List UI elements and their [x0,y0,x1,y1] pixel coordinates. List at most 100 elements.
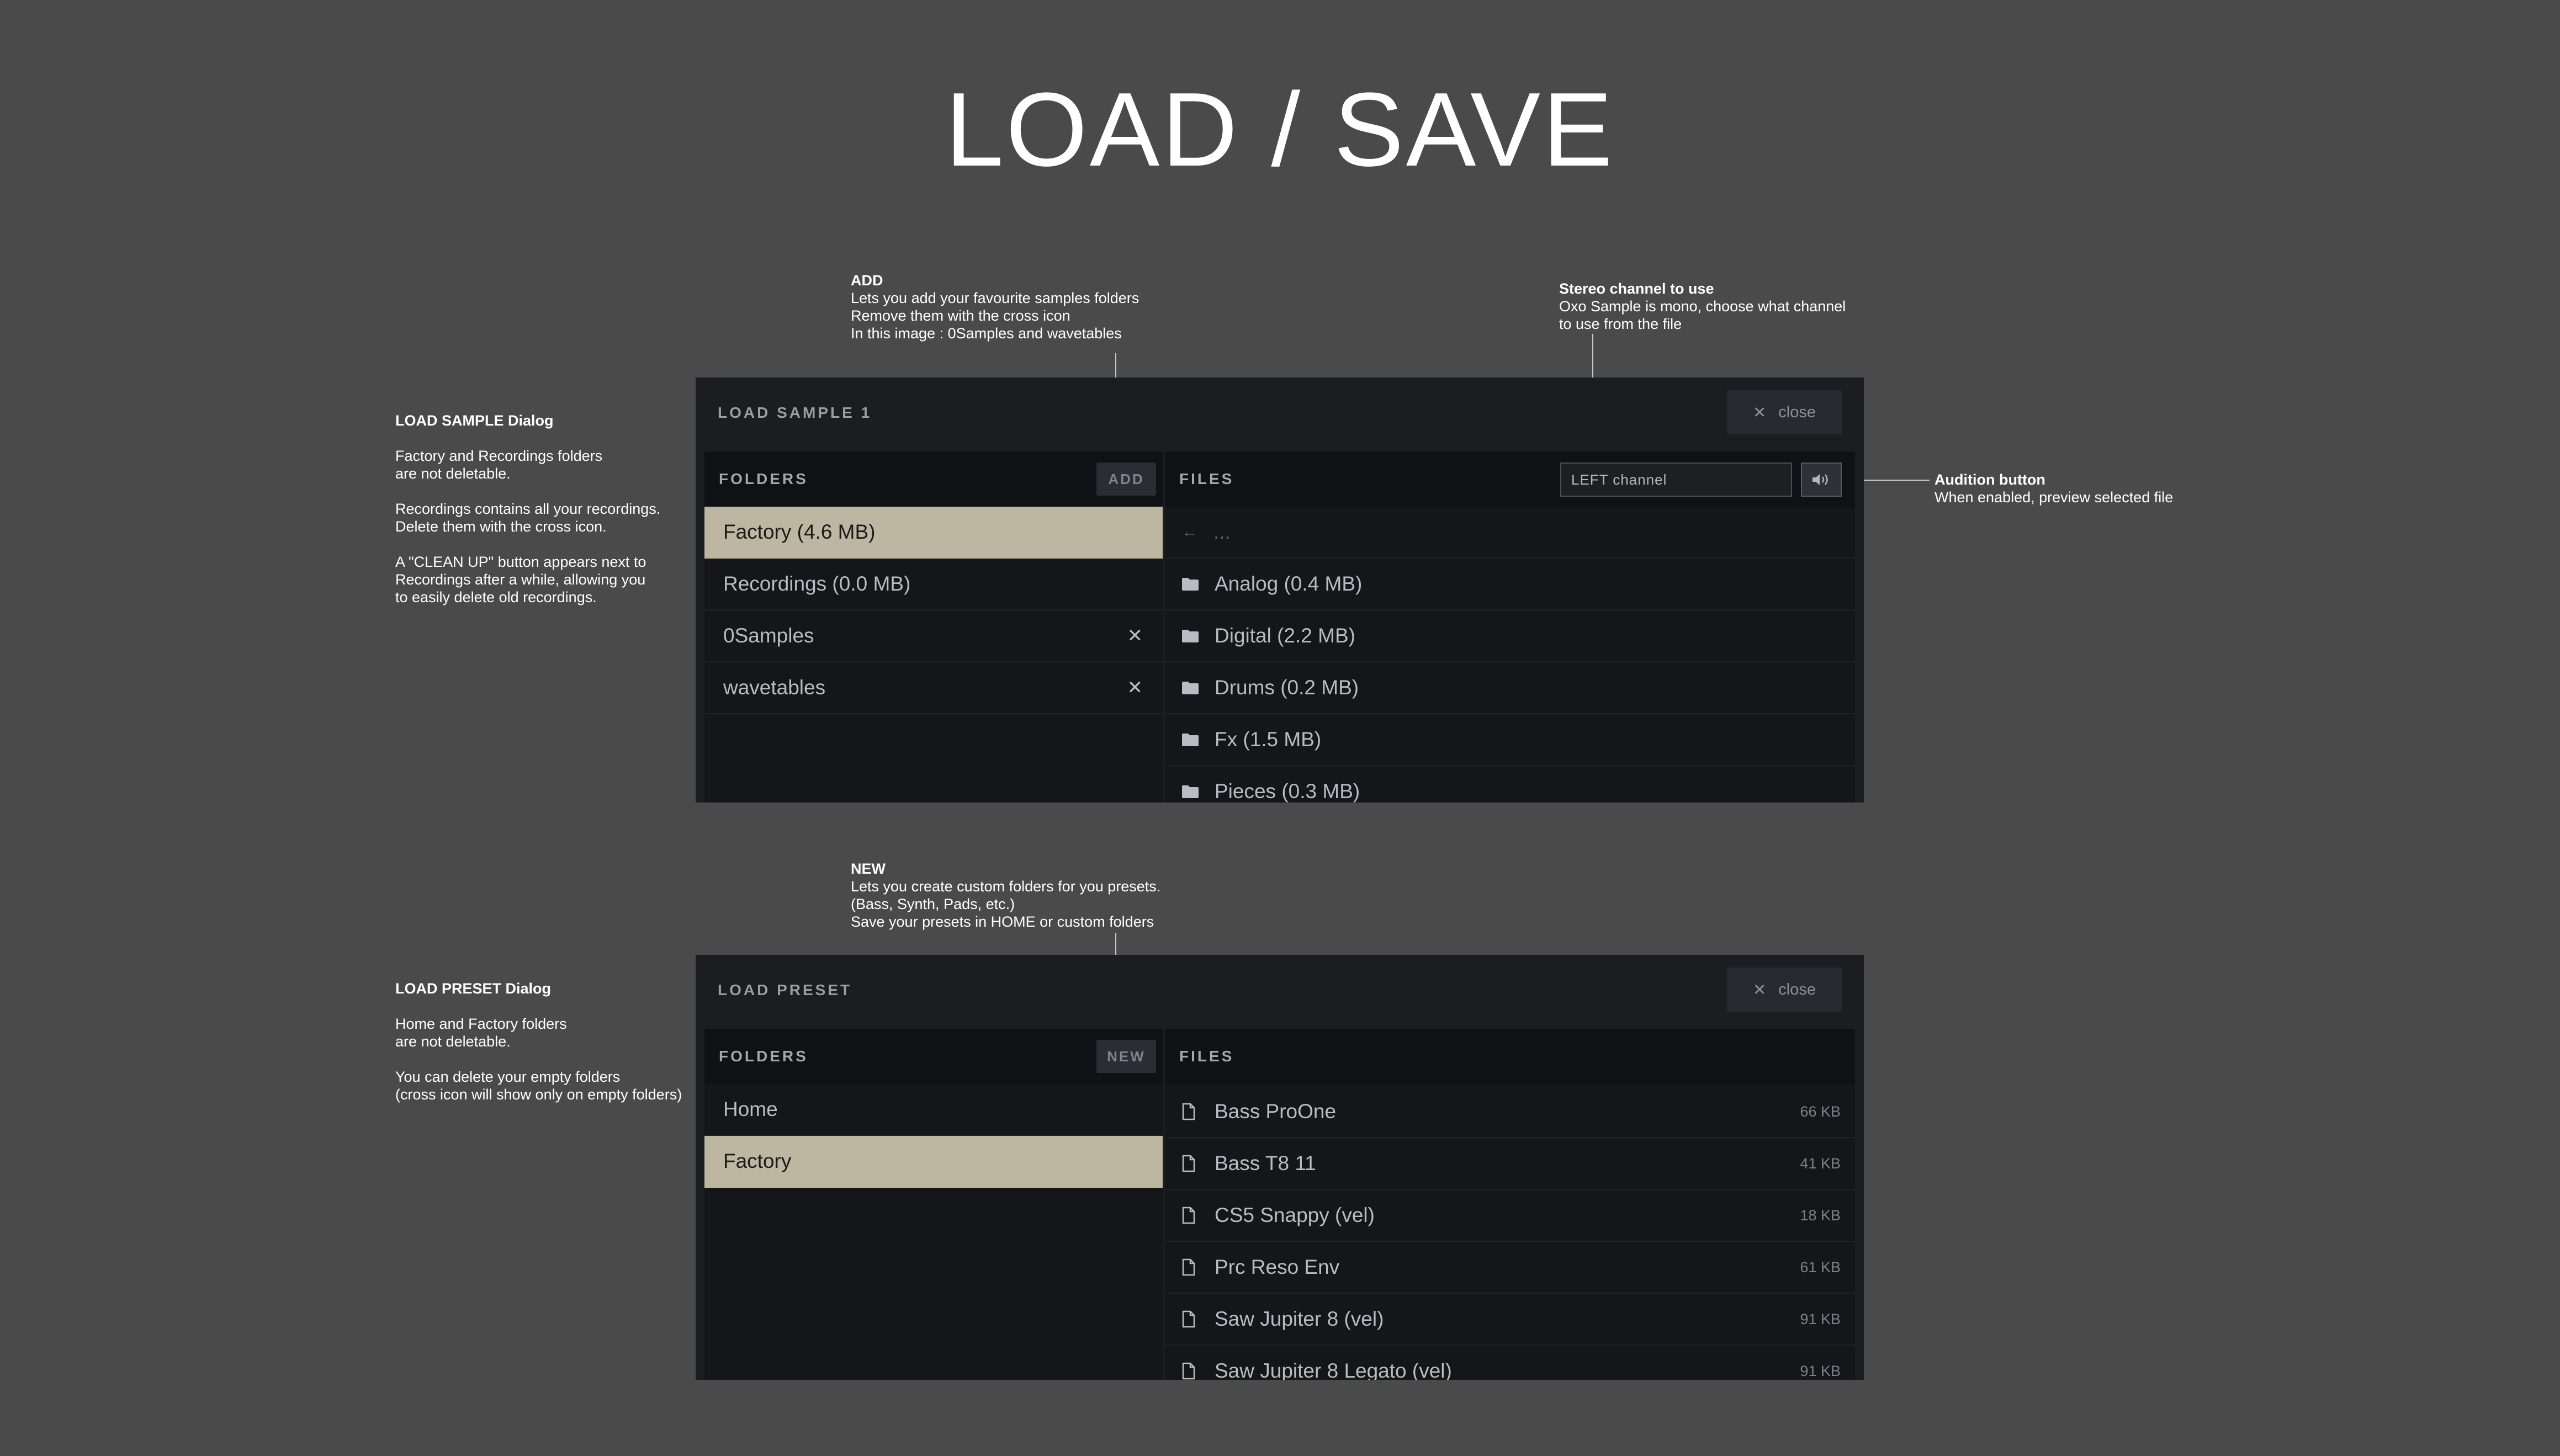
files-label: FILES [1179,470,1234,487]
note-new-heading: NEW [851,860,886,877]
preset-file-item[interactable]: Bass ProOne 66 KB [1165,1086,1855,1138]
note-line: A "CLEAN UP" button appears next to [395,554,646,570]
files-panel: FILES LEFT channel ← ... Analog (0.4 MB) [1165,451,1855,803]
file-name: Drums (0.2 MB) [1215,676,1359,699]
back-row[interactable]: ← ... [1165,507,1855,559]
page-title: LOAD / SAVE [945,71,1615,188]
files-panel: FILES Bass ProOne 66 KB Bass T8 11 41 KB… [1165,1029,1855,1380]
folder-name: Recordings (0.0 MB) [723,572,911,595]
folder-name: Factory (4.6 MB) [723,520,876,543]
close-label: close [1778,980,1816,998]
file-size: 91 KB [1800,1362,1841,1379]
note-line: Recordings contains all your recordings. [395,501,661,517]
file-folder-item[interactable]: Drums (0.2 MB) [1165,662,1855,714]
file-icon [1181,1258,1199,1276]
folders-panel: FOLDERS NEW Home Factory [704,1029,1163,1380]
note-line: You can delete your empty folders [395,1069,621,1085]
file-name: Prc Reso Env [1215,1256,1340,1278]
close-button[interactable]: ✕ close [1727,968,1842,1012]
note-line: In this image : 0Samples and wavetables [851,325,1122,342]
note-line: Delete them with the cross icon. [395,518,607,535]
file-list: ← ... Analog (0.4 MB) Digital (2.2 MB) D… [1165,507,1855,803]
dialog-title: LOAD SAMPLE 1 [718,404,872,421]
folders-label: FOLDERS [719,1048,808,1065]
folder-name: wavetables [723,676,826,699]
folder-name: Home [723,1098,778,1120]
preset-file-item[interactable]: Saw Jupiter 8 (vel) 91 KB [1165,1294,1855,1346]
note-line: When enabled, preview selected file [1934,489,2174,506]
folders-label: FOLDERS [719,470,808,487]
note-line: (Bass, Synth, Pads, etc.) [851,896,1015,912]
note-line: Lets you create custom folders for you p… [851,878,1161,895]
folders-header: FOLDERS ADD [704,451,1163,507]
note-line: to use from the file [1559,316,1682,332]
delete-folder-icon[interactable]: ✕ [1127,677,1143,699]
file-name: Bass ProOne [1215,1100,1337,1123]
note-load-sample: LOAD SAMPLE Dialog Factory and Recording… [395,412,660,606]
note-line: Home and Factory folders [395,1016,567,1032]
folders-panel: FOLDERS ADD Factory (4.6 MB) Recordings … [704,451,1163,803]
folder-item-recordings[interactable]: Recordings (0.0 MB) [704,559,1163,610]
file-name: Bass T8 11 [1215,1152,1316,1175]
folder-icon [1181,576,1199,592]
audition-button[interactable] [1801,463,1842,497]
preset-file-item[interactable]: Prc Reso Env 61 KB [1165,1242,1855,1294]
close-label: close [1778,403,1816,421]
note-line: Recordings after a while, allowing you [395,571,646,588]
dialog-title: LOAD PRESET [718,981,852,998]
folder-item-wavetables[interactable]: wavetables ✕ [704,662,1163,714]
files-header: FILES [1165,1029,1855,1084]
file-name: Pieces (0.3 MB) [1215,780,1360,803]
file-name: Saw Jupiter 8 (vel) [1215,1308,1384,1330]
delete-folder-icon[interactable]: ✕ [1127,625,1143,647]
close-button[interactable]: ✕ close [1727,390,1842,434]
note-line: Remove them with the cross icon [851,307,1070,324]
note-stereo: Stereo channel to use Oxo Sample is mono… [1559,280,1846,333]
folder-item-0samples[interactable]: 0Samples ✕ [704,610,1163,662]
file-folder-item[interactable]: Analog (0.4 MB) [1165,559,1855,610]
note-audition-heading: Audition button [1934,471,2045,488]
file-folder-item[interactable]: Fx (1.5 MB) [1165,714,1855,766]
note-line: (cross icon will show only on empty fold… [395,1086,682,1103]
folder-item-home[interactable]: Home [704,1084,1163,1136]
note-load-preset-heading: LOAD PRESET Dialog [395,980,552,997]
file-folder-item[interactable]: Pieces (0.3 MB) [1165,766,1855,803]
folder-item-factory[interactable]: Factory [704,1136,1163,1188]
note-line: Factory and Recordings folders [395,448,603,464]
note-add-heading: ADD [851,272,883,289]
file-icon [1181,1310,1199,1328]
load-preset-dialog: LOAD PRESET ✕ close FOLDERS NEW Home Fac… [696,955,1864,1380]
folder-icon [1181,628,1199,644]
new-folder-button[interactable]: NEW [1096,1040,1156,1073]
note-line: to easily delete old recordings. [395,589,597,605]
folder-name: Factory [723,1150,792,1172]
note-line: Oxo Sample is mono, choose what channel [1559,298,1846,315]
add-folder-button[interactable]: ADD [1096,463,1156,496]
channel-select[interactable]: LEFT channel [1560,463,1792,497]
preset-file-item[interactable]: Saw Jupiter 8 Legato (vel) 91 KB [1165,1346,1855,1380]
file-list: Bass ProOne 66 KB Bass T8 11 41 KB CS5 S… [1165,1086,1855,1380]
note-new: NEW Lets you create custom folders for y… [851,860,1160,931]
note-load-sample-heading: LOAD SAMPLE Dialog [395,412,554,429]
file-folder-item[interactable]: Digital (2.2 MB) [1165,610,1855,662]
file-size: 18 KB [1800,1207,1841,1224]
file-size: 61 KB [1800,1258,1841,1276]
preset-file-item[interactable]: Bass T8 11 41 KB [1165,1138,1855,1190]
folders-header: FOLDERS NEW [704,1029,1163,1084]
file-name: Fx (1.5 MB) [1215,728,1322,751]
note-line: are not deletable. [395,465,511,482]
load-sample-dialog: LOAD SAMPLE 1 ✕ close FOLDERS ADD Factor… [696,378,1864,803]
folder-name: 0Samples [723,624,814,647]
file-name: Saw Jupiter 8 Legato (vel) [1215,1359,1452,1380]
file-name: Analog (0.4 MB) [1215,572,1363,595]
file-size: 41 KB [1800,1155,1841,1172]
file-name: CS5 Snappy (vel) [1215,1204,1375,1226]
folder-list: Factory (4.6 MB) Recordings (0.0 MB) 0Sa… [704,507,1163,803]
preset-file-item[interactable]: CS5 Snappy (vel) 18 KB [1165,1190,1855,1242]
file-name: Digital (2.2 MB) [1215,624,1355,647]
back-label: ... [1213,520,1231,543]
file-icon [1181,1362,1199,1380]
note-load-preset: LOAD PRESET Dialog Home and Factory fold… [395,980,682,1103]
files-label: FILES [1179,1048,1234,1065]
folder-item-factory[interactable]: Factory (4.6 MB) [704,507,1163,559]
